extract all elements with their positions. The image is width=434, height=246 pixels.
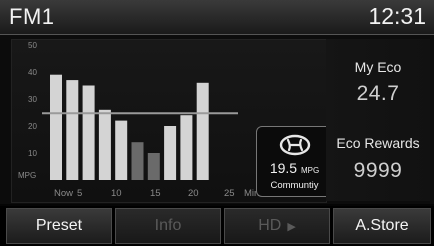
my-eco-label: My Eco [354,59,402,75]
chart-bar [82,85,95,180]
my-eco-value: 24.7 [356,82,400,105]
bottom-button-bar: Preset Info HD ▶ A.Store [0,206,434,246]
hyundai-logo-icon [279,134,311,156]
x-tick-label: 20 [188,188,199,199]
hd-button[interactable]: HD ▶ [224,208,330,244]
y-tick-label: 10 [28,149,37,158]
community-label: Communtiy [270,180,319,191]
audio-eco-screen: FM1 12:31 1020304050MPGNow510152025Minut… [0,0,434,246]
chart-bar [115,120,128,180]
chart-bar [66,80,79,180]
y-tick-label: 30 [28,95,37,104]
community-mpg-value: 19.5 MPG [257,160,332,176]
radio-source-label[interactable]: FM1 [9,4,55,30]
chart-bar [164,126,177,180]
x-tick-label: 5 [77,188,82,199]
x-tick-label: 25 [224,188,235,199]
mpg-history-chart: 1020304050MPGNow510152025Minutes Past 19… [11,39,333,203]
y-tick-label: 20 [28,122,37,131]
astore-button[interactable]: A.Store [333,208,431,244]
info-button[interactable]: Info [115,208,221,244]
eco-rewards-value: 9999 [353,159,403,182]
status-header: FM1 12:31 [0,0,434,35]
chart-bar [196,82,209,180]
astore-button-label: A.Store [355,217,409,234]
x-tick-label: 10 [111,188,122,199]
chart-bar [98,109,111,180]
hd-button-label: HD [258,217,282,234]
x-tick-label: Now [54,188,73,199]
chart-bar [147,153,160,180]
eco-rewards-label: Eco Rewards [336,135,420,151]
community-mpg-box: 19.5 MPG Communtiy [256,126,333,197]
chart-bar [180,115,193,180]
y-tick-label: 40 [28,68,37,77]
x-tick-label: 15 [150,188,161,199]
info-button-label: Info [154,217,182,234]
clock: 12:31 [368,3,426,29]
main-area: 1020304050MPGNow510152025Minutes Past 19… [0,35,434,204]
y-tick-label: 50 [28,41,37,50]
community-mpg-unit: MPG [300,166,320,175]
preset-button[interactable]: Preset [6,208,112,244]
community-mpg-number: 19.5 [269,160,298,176]
play-arrow-icon: ▶ [287,220,296,233]
chart-bar [131,142,144,180]
preset-button-label: Preset [35,217,83,234]
chart-bar [50,74,62,180]
y-axis-label: MPG [18,171,36,180]
eco-summary-panel: My Eco 24.7 Eco Rewards 9999 [326,39,430,201]
